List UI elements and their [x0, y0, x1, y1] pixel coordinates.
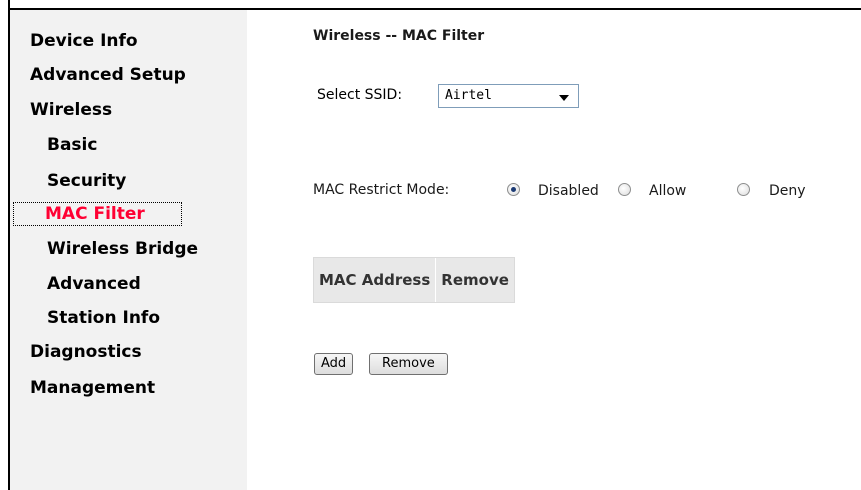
mac-address-table: MAC Address Remove [313, 257, 515, 303]
sidebar-item-wireless[interactable]: Wireless [30, 99, 112, 121]
sidebar-nav: Device Info Advanced Setup Wireless Basi… [10, 10, 247, 490]
ssid-select[interactable]: Airtel [438, 84, 579, 108]
sidebar-item-mac-filter[interactable]: MAC Filter [13, 202, 182, 226]
chevron-down-icon [559, 95, 569, 101]
sidebar-item-advanced[interactable]: Advanced [47, 273, 141, 295]
frame-border-top [8, 8, 861, 10]
radio-deny-label: Deny [769, 183, 806, 199]
ssid-selected-value: Airtel [445, 88, 492, 103]
ssid-label: Select SSID: [317, 87, 403, 103]
mac-restrict-mode-label: MAC Restrict Mode: [313, 182, 450, 198]
page-frame: Device Info Advanced Setup Wireless Basi… [0, 0, 861, 490]
sidebar-item-security[interactable]: Security [47, 170, 126, 192]
radio-disabled[interactable] [507, 183, 520, 196]
radio-deny[interactable] [737, 183, 750, 196]
table-header-mac-address: MAC Address [319, 271, 431, 289]
add-button[interactable]: Add [314, 353, 354, 375]
radio-disabled-label: Disabled [538, 183, 599, 199]
page-title: Wireless -- MAC Filter [313, 28, 485, 44]
sidebar-item-management[interactable]: Management [30, 377, 155, 399]
sidebar-item-advanced-setup[interactable]: Advanced Setup [30, 64, 186, 86]
frame-border-left [8, 0, 10, 490]
sidebar-item-basic[interactable]: Basic [47, 134, 97, 156]
sidebar-item-wireless-bridge[interactable]: Wireless Bridge [47, 238, 198, 260]
radio-allow-label: Allow [649, 183, 687, 199]
sidebar-item-station-info[interactable]: Station Info [47, 307, 160, 329]
remove-button[interactable]: Remove [369, 353, 448, 375]
radio-allow[interactable] [618, 183, 631, 196]
table-header-remove: Remove [435, 258, 514, 302]
sidebar-item-diagnostics[interactable]: Diagnostics [30, 341, 142, 363]
sidebar-item-device-info[interactable]: Device Info [30, 30, 138, 52]
main-content: Wireless -- MAC Filter Select SSID: Airt… [247, 10, 861, 490]
